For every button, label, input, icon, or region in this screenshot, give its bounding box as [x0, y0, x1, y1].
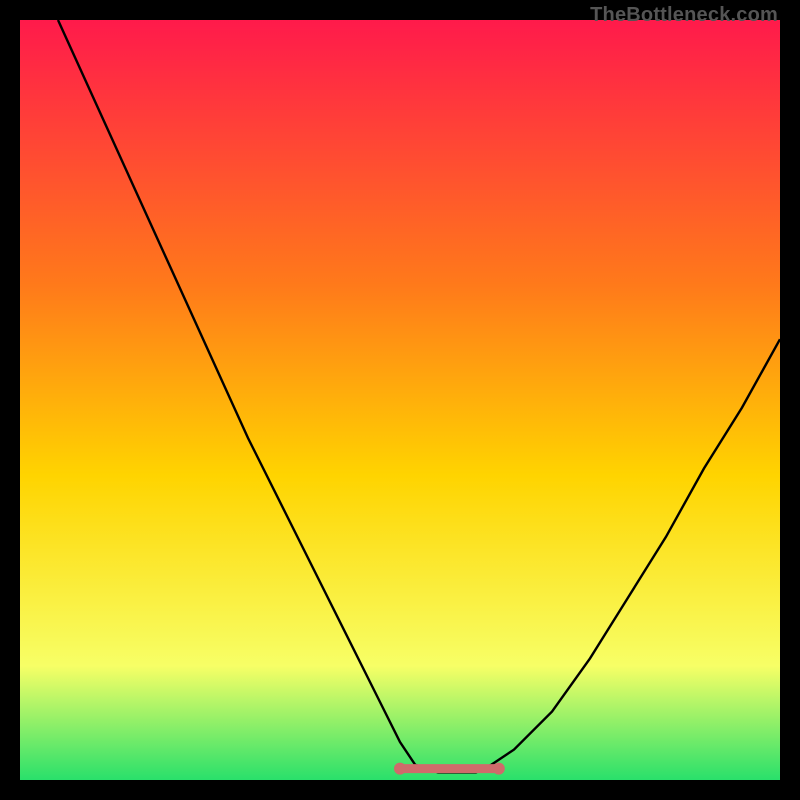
- bottleneck-chart: [20, 20, 780, 780]
- optimal-region-start-dot: [394, 763, 406, 775]
- chart-frame: [20, 20, 780, 780]
- watermark-text: TheBottleneck.com: [590, 4, 778, 27]
- gradient-background: [20, 20, 780, 780]
- optimal-region-end-dot: [493, 763, 505, 775]
